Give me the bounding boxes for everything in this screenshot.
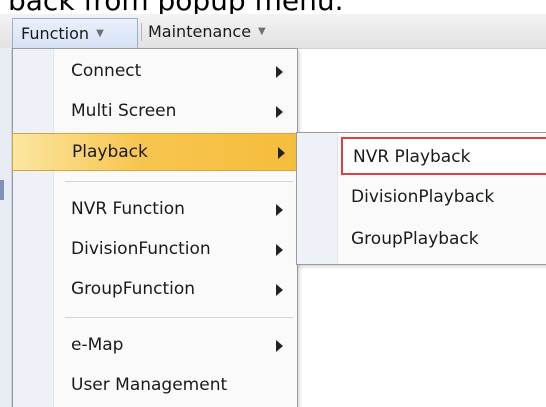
menu-item-connect[interactable]: Connect xyxy=(15,53,295,91)
playback-submenu: NVR Playback DivisionPlayback GroupPlayb… xyxy=(296,132,546,265)
menu-item-label: User Management xyxy=(71,375,228,395)
menu-maintenance[interactable]: Maintenance ▼ xyxy=(148,19,298,43)
menu-divider xyxy=(65,317,293,318)
menu-item-label: e-Map xyxy=(71,335,124,355)
menu-function[interactable]: Function ▼ xyxy=(12,18,138,48)
submenu-item-division-playback[interactable]: DivisionPlayback xyxy=(341,179,546,217)
menu-item-label: NVR Function xyxy=(71,199,185,219)
menu-item-e-map[interactable]: e-Map xyxy=(15,327,295,365)
submenu-arrow-icon xyxy=(276,284,283,296)
screenshot-root: back from popup menu. Function ▼ Mainten… xyxy=(0,0,546,407)
menu-item-division-function[interactable]: DivisionFunction xyxy=(15,231,295,269)
menu-function-label: Function xyxy=(21,24,90,43)
chevron-down-icon: ▼ xyxy=(258,25,266,37)
menu-item-label: Connect xyxy=(71,61,142,81)
function-dropdown: Connect Multi Screen Playback NVR Functi… xyxy=(12,48,298,407)
menu-item-group-function[interactable]: GroupFunction xyxy=(15,271,295,309)
menu-item-label: DivisionFunction xyxy=(71,239,211,259)
submenu-arrow-icon xyxy=(278,147,285,159)
menubar-separator xyxy=(141,23,142,41)
menu-item-label: Playback xyxy=(72,142,148,162)
submenu-item-label: NVR Playback xyxy=(353,147,471,167)
menu-item-user-management[interactable]: User Management xyxy=(15,367,295,405)
submenu-item-label: DivisionPlayback xyxy=(351,187,495,207)
chevron-down-icon: ▼ xyxy=(96,28,104,39)
menu-item-label: Multi Screen xyxy=(71,101,177,121)
menu-bar: Function ▼ Maintenance ▼ xyxy=(0,14,546,49)
submenu-arrow-icon xyxy=(276,66,283,78)
menu-item-playback[interactable]: Playback xyxy=(12,133,298,171)
submenu-item-label: GroupPlayback xyxy=(351,229,479,249)
menu-item-label: GroupFunction xyxy=(71,279,196,299)
menu-divider xyxy=(65,181,293,182)
submenu-arrow-icon xyxy=(276,244,283,256)
gutter-marker xyxy=(0,180,4,200)
submenu-arrow-icon xyxy=(276,340,283,352)
menu-item-nvr-function[interactable]: NVR Function xyxy=(15,191,295,229)
submenu-item-nvr-playback[interactable]: NVR Playback xyxy=(341,137,546,175)
left-gutter xyxy=(0,48,12,407)
submenu-arrow-icon xyxy=(276,204,283,216)
submenu-item-group-playback[interactable]: GroupPlayback xyxy=(341,221,546,259)
menu-maintenance-label: Maintenance xyxy=(148,21,252,41)
menu-item-multi-screen[interactable]: Multi Screen xyxy=(15,93,295,131)
submenu-arrow-icon xyxy=(276,106,283,118)
submenu-icon-column xyxy=(297,133,338,264)
